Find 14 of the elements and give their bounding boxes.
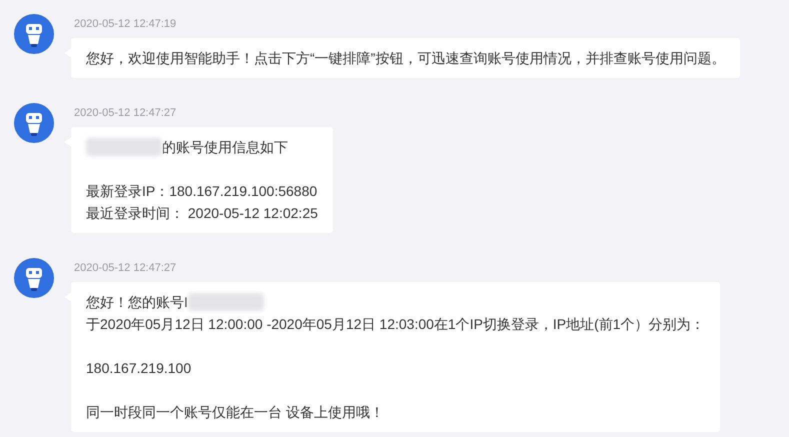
message-text: 最近登录时间： 2020-05-12 12:02:25 xyxy=(86,204,318,222)
message-text: 您好，欢迎使用智能助手！点击下方“一键排障”按钮，可迅速查询账号使用情况，并排查账号使用问题。 xyxy=(86,48,726,68)
message-text: 于2020年05月12日 12:00:00 -2020年05月12日 12:03:00在1个IP切换登录，IP地址(前1个）分别为： xyxy=(86,314,705,334)
message-text: 同一时段同一个账号仅能在一台 设备上使用哦！ xyxy=(86,402,384,422)
message-text: 的账号使用信息如下 xyxy=(162,138,288,156)
message-text: 180.167.219.100 xyxy=(86,358,192,378)
message-timestamp: 2020-05-12 12:47:19 xyxy=(74,17,176,32)
message-text: 您好！您的账号I xyxy=(86,292,188,312)
message-text: 最新登录IP：180.167.219.100:56880 xyxy=(86,182,318,200)
message-timestamp: 2020-05-12 12:47:27 xyxy=(74,106,176,121)
message-timestamp: 2020-05-12 12:47:27 xyxy=(74,261,176,276)
robot-avatar-icon xyxy=(14,258,54,298)
robot-avatar-icon xyxy=(14,14,54,54)
robot-avatar-icon xyxy=(14,103,54,143)
